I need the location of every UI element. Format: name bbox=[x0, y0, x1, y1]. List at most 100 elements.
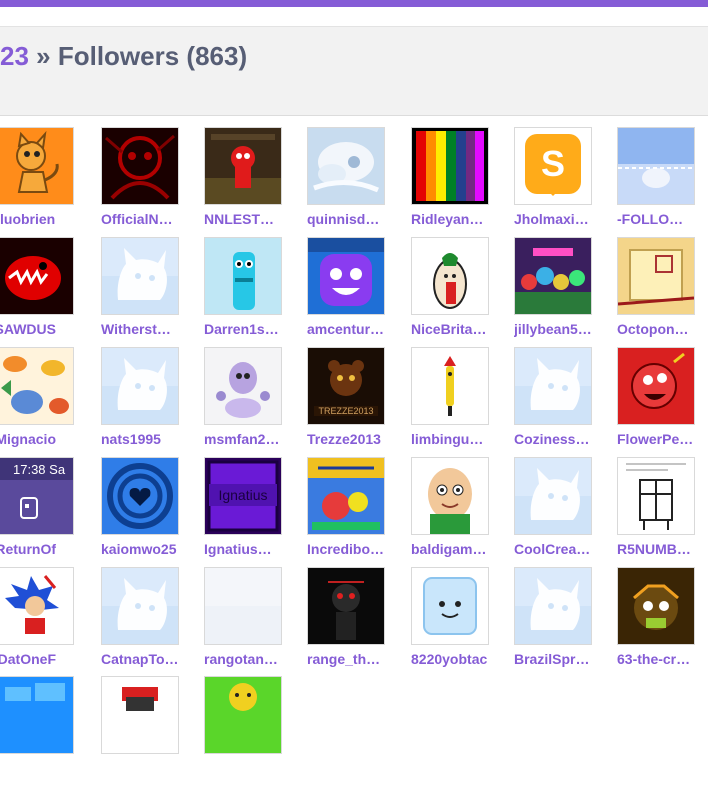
follower-avatar[interactable] bbox=[307, 567, 385, 645]
follower-username-link[interactable]: CoolCrea… bbox=[514, 541, 614, 557]
follower-username-link[interactable]: msmfan2… bbox=[204, 431, 304, 447]
follower-card[interactable] bbox=[0, 676, 74, 786]
follower-username-link[interactable]: ReturnOf… bbox=[0, 541, 56, 557]
follower-username-link[interactable]: Jholmaxi… bbox=[514, 211, 614, 227]
follower-username-link[interactable]: rangotan… bbox=[204, 651, 304, 667]
follower-avatar[interactable] bbox=[101, 457, 179, 535]
follower-card[interactable]: 17:38 Sa ReturnOf… bbox=[0, 457, 74, 567]
follower-username-link[interactable]: OfficialN… bbox=[101, 211, 201, 227]
follower-avatar[interactable] bbox=[514, 347, 592, 425]
follower-username-link[interactable]: Mignacio… bbox=[0, 431, 56, 447]
follower-avatar[interactable] bbox=[0, 127, 74, 205]
follower-avatar[interactable] bbox=[411, 127, 489, 205]
follower-card[interactable]: Ridleyan… bbox=[411, 127, 489, 237]
follower-avatar[interactable] bbox=[204, 127, 282, 205]
follower-avatar[interactable] bbox=[514, 567, 592, 645]
follower-avatar[interactable] bbox=[204, 347, 282, 425]
follower-card[interactable]: SAWDUS… bbox=[0, 237, 74, 347]
follower-username-link[interactable]: NNLEST… bbox=[204, 211, 304, 227]
follower-card[interactable]: S Jholmaxi… bbox=[514, 127, 592, 237]
follower-avatar[interactable] bbox=[411, 567, 489, 645]
follower-avatar[interactable] bbox=[0, 567, 74, 645]
follower-card[interactable]: NNLEST… bbox=[204, 127, 282, 237]
follower-card[interactable]: BrazilSpr… bbox=[514, 567, 592, 677]
follower-avatar[interactable] bbox=[101, 127, 179, 205]
follower-username-link[interactable]: Trezze2013 bbox=[307, 431, 407, 447]
follower-username-link[interactable]: luobrien bbox=[0, 211, 56, 227]
follower-avatar[interactable] bbox=[514, 457, 592, 535]
follower-card[interactable]: luobrien bbox=[0, 127, 74, 237]
follower-avatar[interactable] bbox=[204, 237, 282, 315]
follower-avatar[interactable] bbox=[0, 676, 74, 754]
follower-card[interactable]: NiceBrita… bbox=[411, 237, 489, 347]
follower-avatar[interactable] bbox=[204, 676, 282, 754]
breadcrumb-user-link[interactable]: 23 bbox=[0, 41, 29, 71]
follower-username-link[interactable]: CatnapTo… bbox=[101, 651, 201, 667]
follower-avatar[interactable]: S bbox=[514, 127, 592, 205]
follower-avatar[interactable] bbox=[411, 237, 489, 315]
follower-avatar[interactable] bbox=[307, 237, 385, 315]
follower-username-link[interactable]: Coziness… bbox=[514, 431, 614, 447]
follower-card[interactable]: CatnapTo… bbox=[101, 567, 179, 677]
follower-username-link[interactable]: limbingu… bbox=[411, 431, 511, 447]
follower-username-link[interactable]: baldigam… bbox=[411, 541, 511, 557]
follower-avatar[interactable] bbox=[307, 127, 385, 205]
follower-avatar[interactable] bbox=[411, 457, 489, 535]
follower-username-link[interactable]: Incredibo… bbox=[307, 541, 407, 557]
follower-card[interactable]: nats1995 bbox=[101, 347, 179, 457]
follower-avatar[interactable] bbox=[101, 567, 179, 645]
follower-username-link[interactable]: NiceBrita… bbox=[411, 321, 511, 337]
follower-card[interactable]: Coziness… bbox=[514, 347, 592, 457]
follower-username-link[interactable]: range_th… bbox=[307, 651, 407, 667]
follower-card[interactable]: quinnisd… bbox=[307, 127, 385, 237]
follower-username-link[interactable]: BrazilSpr… bbox=[514, 651, 614, 667]
follower-username-link[interactable]: SAWDUS… bbox=[0, 321, 56, 337]
follower-avatar[interactable] bbox=[514, 237, 592, 315]
follower-card[interactable]: limbingu… bbox=[411, 347, 489, 457]
follower-username-link[interactable]: Darren1s… bbox=[204, 321, 304, 337]
follower-card[interactable]: amcentur… bbox=[307, 237, 385, 347]
follower-username-link[interactable]: Witherst… bbox=[101, 321, 201, 337]
follower-username-link[interactable]: -FOLLO… bbox=[617, 211, 708, 227]
follower-avatar[interactable] bbox=[617, 127, 695, 205]
follower-username-link[interactable]: 63-the-cr… bbox=[617, 651, 708, 667]
follower-username-link[interactable]: DatOneF… bbox=[0, 651, 56, 667]
follower-avatar[interactable]: Ignatius bbox=[204, 457, 282, 535]
follower-username-link[interactable]: Ignatius… bbox=[204, 541, 304, 557]
follower-username-link[interactable]: quinnisd… bbox=[307, 211, 407, 227]
follower-avatar[interactable]: TREZZE2013 bbox=[307, 347, 385, 425]
follower-card[interactable]: R5NUMB… bbox=[617, 457, 695, 567]
follower-avatar[interactable]: 17:38 Sa bbox=[0, 457, 74, 535]
follower-avatar[interactable] bbox=[617, 347, 695, 425]
follower-card[interactable]: msmfan2… bbox=[204, 347, 282, 457]
follower-card[interactable]: Darren1s… bbox=[204, 237, 282, 347]
follower-avatar[interactable] bbox=[204, 567, 282, 645]
follower-card[interactable]: rangotan… bbox=[204, 567, 282, 677]
follower-avatar[interactable] bbox=[617, 457, 695, 535]
follower-card[interactable]: jillybean5… bbox=[514, 237, 592, 347]
follower-card[interactable]: baldigam… bbox=[411, 457, 489, 567]
follower-card[interactable]: TREZZE2013 Trezze2013 bbox=[307, 347, 385, 457]
follower-card[interactable]: range_th… bbox=[307, 567, 385, 677]
follower-card[interactable]: FlowerPe… bbox=[617, 347, 695, 457]
follower-avatar[interactable] bbox=[101, 676, 179, 754]
follower-card[interactable]: 8220yobtac bbox=[411, 567, 489, 677]
follower-card[interactable] bbox=[204, 676, 282, 786]
follower-avatar[interactable] bbox=[101, 237, 179, 315]
follower-username-link[interactable]: R5NUMB… bbox=[617, 541, 708, 557]
follower-avatar[interactable] bbox=[617, 567, 695, 645]
follower-username-link[interactable]: FlowerPe… bbox=[617, 431, 708, 447]
follower-username-link[interactable]: kaiomwo25 bbox=[101, 541, 201, 557]
follower-card[interactable]: Incredibo… bbox=[307, 457, 385, 567]
follower-card[interactable]: -FOLLO… bbox=[617, 127, 695, 237]
follower-card[interactable]: Ignatius Ignatius… bbox=[204, 457, 282, 567]
follower-username-link[interactable]: Octopon… bbox=[617, 321, 708, 337]
follower-card[interactable]: CoolCrea… bbox=[514, 457, 592, 567]
follower-username-link[interactable]: jillybean5… bbox=[514, 321, 614, 337]
follower-username-link[interactable]: Ridleyan… bbox=[411, 211, 511, 227]
follower-card[interactable]: Witherst… bbox=[101, 237, 179, 347]
follower-card[interactable] bbox=[101, 676, 179, 786]
follower-card[interactable]: DatOneF… bbox=[0, 567, 74, 677]
follower-avatar[interactable] bbox=[617, 237, 695, 315]
follower-avatar[interactable] bbox=[101, 347, 179, 425]
